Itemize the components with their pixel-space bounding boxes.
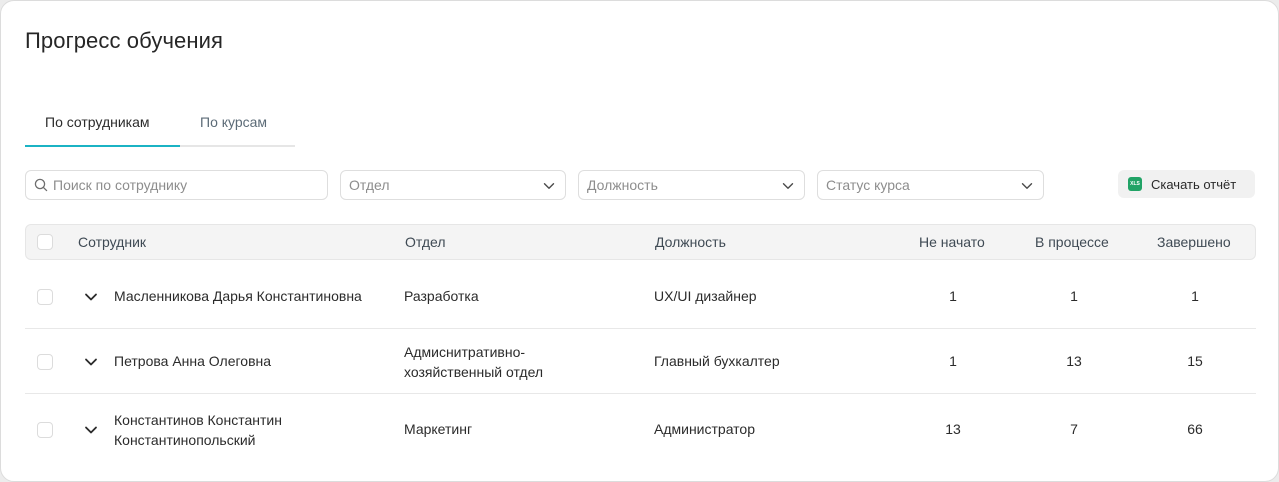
position-cell: Главный бухкалтер	[654, 353, 780, 369]
learning-progress-card: Прогресс обучения По сотрудникам По курс…	[0, 0, 1279, 482]
filters-bar: Поиск по сотруднику Отдел Должность Стат…	[1, 170, 1278, 200]
download-report-label: Скачать отчёт	[1151, 176, 1237, 192]
search-icon	[34, 178, 48, 192]
chevron-down-icon[interactable]	[84, 355, 98, 369]
course-status-select[interactable]: Статус курса	[817, 170, 1044, 200]
department-line-2: хозяйственный отдел	[404, 364, 544, 380]
column-completed: Завершено	[1157, 234, 1231, 250]
column-not-started: Не начато	[919, 234, 985, 250]
table-row: Константинов Константин Константинопольс…	[25, 394, 1256, 459]
completed-count: 1	[1191, 288, 1199, 304]
chevron-down-icon	[782, 183, 794, 189]
department-line-1: Адмиснитративно-	[404, 344, 526, 360]
in-progress-count: 13	[1066, 353, 1082, 369]
employee-name-line-1: Константинов Константин	[114, 412, 282, 428]
department-select[interactable]: Отдел	[340, 170, 566, 200]
page-title: Прогресс обучения	[25, 28, 223, 53]
employee-name: Константинов Константин Константинопольс…	[114, 410, 282, 450]
completed-count: 66	[1187, 421, 1203, 437]
progress-table: Сотрудник Отдел Должность Не начато В пр…	[25, 224, 1256, 459]
department-cell: Адмиснитративно- хозяйственный отдел	[404, 342, 543, 382]
tab-by-employees[interactable]: По сотрудникам	[45, 114, 150, 130]
chevron-down-icon[interactable]	[84, 423, 98, 437]
position-cell: Администратор	[654, 421, 756, 437]
chevron-down-icon	[543, 183, 555, 189]
search-placeholder: Поиск по сотруднику	[53, 177, 188, 193]
chevron-down-icon	[1021, 183, 1033, 189]
position-select[interactable]: Должность	[578, 170, 805, 200]
column-department: Отдел	[405, 234, 446, 250]
chevron-down-icon[interactable]	[84, 290, 98, 304]
in-progress-count: 1	[1070, 288, 1078, 304]
completed-count: 15	[1187, 353, 1203, 369]
employee-name: Петрова Анна Олеговна	[114, 353, 272, 369]
table-row: Масленникова Дарья Константиновна Разраб…	[25, 264, 1256, 329]
column-position: Должность	[655, 234, 726, 250]
xls-file-icon: XLS	[1128, 177, 1142, 191]
table-row: Петрова Анна Олеговна Адмиснитративно- х…	[25, 329, 1256, 394]
download-report-button[interactable]: XLS Скачать отчёт	[1118, 170, 1255, 198]
position-placeholder: Должность	[587, 177, 658, 193]
view-tabs: По сотрудникам По курсам	[25, 101, 295, 147]
position-cell: UX/UI дизайнер	[654, 288, 757, 304]
column-employee: Сотрудник	[78, 234, 147, 250]
tab-by-courses[interactable]: По курсам	[200, 114, 267, 130]
row-checkbox[interactable]	[37, 422, 53, 438]
course-status-placeholder: Статус курса	[826, 177, 910, 193]
department-placeholder: Отдел	[349, 177, 390, 193]
row-checkbox[interactable]	[37, 289, 53, 305]
table-header: Сотрудник Отдел Должность Не начато В пр…	[25, 224, 1256, 260]
not-started-count: 1	[949, 288, 957, 304]
active-tab-indicator	[25, 145, 180, 147]
search-input[interactable]: Поиск по сотруднику	[25, 170, 328, 200]
not-started-count: 13	[945, 421, 961, 437]
column-in-progress: В процессе	[1035, 234, 1109, 250]
department-cell: Маркетинг	[404, 421, 473, 437]
in-progress-count: 7	[1070, 421, 1078, 437]
not-started-count: 1	[949, 353, 957, 369]
employee-name: Масленникова Дарья Константиновна	[114, 288, 362, 304]
select-all-checkbox[interactable]	[37, 234, 53, 250]
row-checkbox[interactable]	[37, 354, 53, 370]
department-cell: Разработка	[404, 288, 479, 304]
employee-name-line-2: Константинопольский	[114, 432, 256, 448]
